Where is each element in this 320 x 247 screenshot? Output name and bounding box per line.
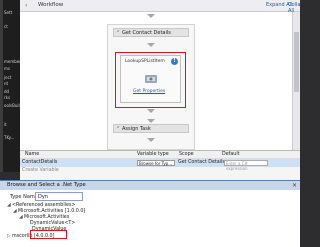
back-arrow-icon[interactable]: ‹ bbox=[25, 2, 27, 9]
panel-item[interactable]: oolsBuildin bbox=[4, 103, 20, 108]
collapse-chevron-icon[interactable]: ⌃ bbox=[116, 125, 120, 133]
variables-header-row: Name Variable type Scope Default bbox=[20, 151, 300, 159]
highlight-box bbox=[30, 230, 67, 239]
solution-items: Sett ct members ms ject nt dd rks oolsBu… bbox=[0, 9, 20, 172]
workflow-canvas[interactable]: ⌃ Get Contact Details LookupSPListItem !… bbox=[20, 12, 292, 150]
panel-item[interactable]: dd bbox=[4, 89, 9, 94]
drop-arrow-icon bbox=[147, 43, 155, 47]
workflow-header: ‹ Workflow Expand All Collapse All bbox=[20, 0, 300, 14]
type-name-input[interactable]: Dyn bbox=[35, 192, 83, 201]
dialog-title: Browse and Select a .Net Type bbox=[7, 182, 86, 188]
highlight-box bbox=[115, 52, 186, 108]
variable-scope[interactable]: Get Contact Details bbox=[178, 159, 225, 167]
variable-row[interactable]: ContactDetails Browse for Typ... Get Con… bbox=[20, 159, 300, 171]
activity-title: Get Contact Details bbox=[122, 30, 171, 36]
workflow-title: Workflow bbox=[38, 2, 64, 8]
get-contact-activity[interactable]: ⌃ Get Contact Details bbox=[113, 28, 189, 37]
create-variable-label[interactable]: Create Variable bbox=[22, 167, 59, 175]
name-column-header[interactable]: Name bbox=[25, 151, 39, 159]
scope-column-header[interactable]: Scope bbox=[179, 151, 194, 159]
drop-arrow-icon bbox=[147, 138, 155, 142]
panel-item[interactable]: nt bbox=[4, 81, 8, 86]
panel-item[interactable]: rks bbox=[4, 95, 10, 100]
collapse-chevron-icon[interactable]: ⌃ bbox=[116, 29, 120, 37]
panel-item[interactable]: ject bbox=[4, 75, 11, 80]
panel-item[interactable]: it bbox=[4, 122, 7, 127]
panel-item[interactable]: ct bbox=[4, 24, 8, 29]
panel-item[interactable]: TKy... bbox=[4, 135, 14, 140]
scrollbar-thumb[interactable] bbox=[294, 32, 299, 92]
type-column-header[interactable]: Variable type bbox=[137, 151, 169, 159]
activity-title: Assign Task bbox=[122, 126, 151, 132]
screen: Sett ct members ms ject nt dd rks oolsBu… bbox=[0, 0, 300, 247]
drop-arrow-icon bbox=[147, 14, 155, 18]
variables-pane: Name Variable type Scope Default Contact… bbox=[20, 150, 300, 180]
drop-arrow-icon bbox=[147, 109, 155, 113]
close-icon[interactable]: × bbox=[292, 181, 297, 190]
create-variable-row[interactable]: Create Variable bbox=[20, 167, 300, 175]
panel-item[interactable]: members bbox=[4, 59, 20, 64]
panel-item[interactable]: ms bbox=[4, 66, 10, 71]
variable-type-dropdown[interactable]: Browse for Typ... bbox=[137, 160, 175, 166]
assign-task-activity[interactable]: ⌃ Assign Task bbox=[113, 124, 189, 133]
default-expression-input[interactable]: Enter a C# expression bbox=[224, 160, 268, 171]
canvas-scrollbar[interactable] bbox=[292, 12, 300, 150]
drop-arrow-icon bbox=[147, 119, 155, 123]
dialog-title-bar: Browse and Select a .Net Type × bbox=[0, 181, 300, 190]
panel-item[interactable]: Sett bbox=[4, 10, 12, 15]
type-tree: ◢<Referenced assemblies> ◢Microsoft.Acti… bbox=[0, 202, 300, 247]
default-column-header[interactable]: Default bbox=[222, 151, 240, 159]
variable-name[interactable]: ContactDetails bbox=[22, 159, 57, 167]
